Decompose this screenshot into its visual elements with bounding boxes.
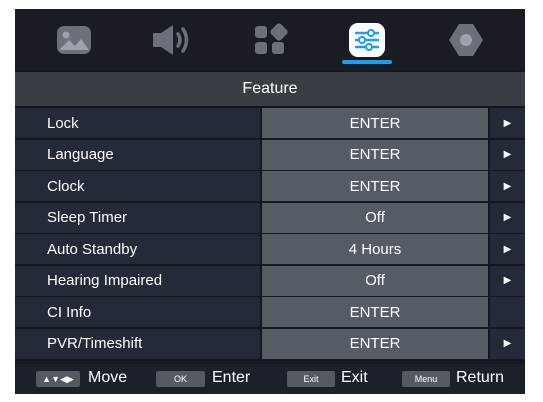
row-value[interactable]: ENTER <box>262 171 488 201</box>
row-value[interactable]: Off <box>262 202 488 233</box>
row-label: Hearing Impaired <box>15 265 260 296</box>
row-label: PVR/Timeshift <box>15 328 260 359</box>
row-value[interactable]: Off <box>262 265 488 296</box>
row-label: CI Info <box>15 297 260 327</box>
picture-icon <box>57 26 91 54</box>
move-key-hint: ▲▼◀▶ <box>36 371 80 387</box>
exit-label: Exit <box>341 369 368 386</box>
tab-sound[interactable] <box>145 18 199 62</box>
chevron-right-icon[interactable]: ▶ <box>490 108 525 138</box>
chevron-right-icon[interactable]: ▶ <box>490 328 525 359</box>
row-label: Language <box>15 139 260 170</box>
category-tab-bar <box>15 9 525 70</box>
settings-icon <box>449 24 483 56</box>
menu-row-language[interactable]: Language ENTER ▶ <box>15 139 525 172</box>
menu-row-auto-standby[interactable]: Auto Standby 4 Hours ▶ <box>15 234 525 266</box>
menu-row-hearing-impaired[interactable]: Hearing Impaired Off ▶ <box>15 265 525 298</box>
row-value[interactable]: ENTER <box>262 139 488 170</box>
ok-key-hint: OK <box>156 371 205 387</box>
apps-icon <box>255 23 288 54</box>
return-label: Return <box>456 369 505 386</box>
speaker-icon <box>153 25 189 55</box>
menu-row-lock[interactable]: Lock ENTER ▶ <box>15 108 525 140</box>
menu-row-clock[interactable]: Clock ENTER ▶ <box>15 171 525 203</box>
sliders-icon <box>349 23 385 57</box>
key-hint-bar: ▲▼◀▶ Move OK Enter Exit Exit Menu Return <box>15 364 525 394</box>
row-value[interactable]: 4 Hours <box>262 234 488 264</box>
row-value[interactable]: ENTER <box>262 108 488 138</box>
exit-key-hint: Exit <box>287 371 335 387</box>
page-title: Feature <box>15 72 525 106</box>
menu-key-hint: Menu <box>402 371 450 387</box>
chevron-right-icon[interactable]: ▶ <box>490 265 525 296</box>
tab-channel[interactable] <box>243 18 297 62</box>
menu-row-sleep-timer[interactable]: Sleep Timer Off ▶ <box>15 202 525 235</box>
chevron-right-icon[interactable]: ▶ <box>490 139 525 170</box>
row-label: Auto Standby <box>15 234 260 264</box>
tv-menu-panel: Feature Lock ENTER ▶ Language ENTER ▶ Cl… <box>15 9 525 394</box>
chevron-right-icon[interactable]: ▶ <box>490 171 525 201</box>
row-value[interactable]: ENTER <box>262 328 488 359</box>
chevron-right-icon[interactable]: ▶ <box>490 202 525 233</box>
tab-feature[interactable] <box>340 18 394 64</box>
row-label: Lock <box>15 108 260 138</box>
row-arrow-empty <box>490 297 525 327</box>
row-value[interactable]: ENTER <box>262 297 488 327</box>
row-label: Sleep Timer <box>15 202 260 233</box>
active-tab-indicator <box>342 60 392 64</box>
menu-row-pvr-timeshift[interactable]: PVR/Timeshift ENTER ▶ <box>15 328 525 361</box>
tab-setup[interactable] <box>439 18 493 62</box>
menu-row-ci-info[interactable]: CI Info ENTER <box>15 297 525 329</box>
chevron-right-icon[interactable]: ▶ <box>490 234 525 264</box>
row-label: Clock <box>15 171 260 201</box>
tab-picture[interactable] <box>47 18 101 62</box>
settings-list: Lock ENTER ▶ Language ENTER ▶ Clock ENTE… <box>15 108 525 360</box>
enter-label: Enter <box>212 369 251 386</box>
move-label: Move <box>88 369 128 386</box>
